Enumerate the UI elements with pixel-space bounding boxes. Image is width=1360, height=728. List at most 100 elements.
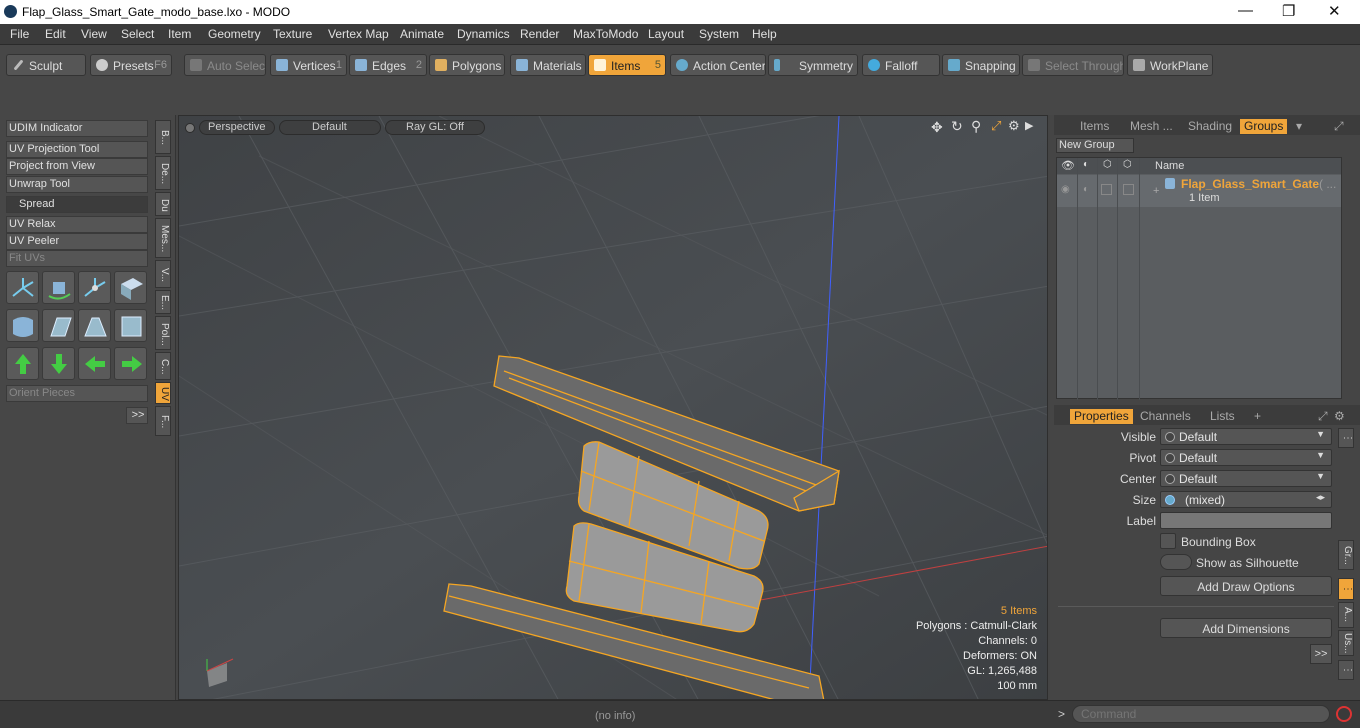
menu-texture[interactable]: Texture [273,27,312,41]
menu-help[interactable]: Help [752,27,777,41]
vtab-uv[interactable]: UV [155,382,171,404]
project-from-view-button[interactable]: Project from View [6,158,148,175]
uv-sphere-icon[interactable] [114,309,147,342]
snapping-button[interactable]: Snapping [942,54,1020,76]
menu-render[interactable]: Render [520,27,559,41]
arrow-up-icon[interactable] [6,347,39,380]
center-dropdown[interactable]: Default ▼ [1160,470,1332,487]
add-draw-options-button[interactable]: Add Draw Options [1160,576,1332,596]
properties-expand-icon[interactable]: ⤢ [1318,409,1328,424]
arrow-right-icon[interactable] [114,347,147,380]
vtab-duplicate[interactable]: Du [155,192,171,216]
tab-dropdown-icon[interactable]: ▾ [1296,119,1302,134]
visible-dropdown[interactable]: Default ▼ [1160,428,1332,445]
expand-icon[interactable]: + [1153,185,1159,197]
vtab-vertex[interactable]: V... [155,260,171,288]
vtab-polygon[interactable]: Pol... [155,316,171,350]
move-view-icon[interactable]: ✥ [931,119,943,136]
select-checkbox[interactable] [1123,184,1134,195]
menu-edit[interactable]: Edit [45,27,66,41]
uv-grid-icon[interactable] [42,309,75,342]
uv-peeler-button[interactable]: UV Peeler [6,233,148,250]
more-tools-button[interactable]: >> [126,407,148,424]
vtab-deform[interactable]: De... [155,156,171,190]
orient-pieces-button[interactable]: Orient Pieces [6,385,148,402]
workplane-button[interactable]: WorkPlane [1127,54,1213,76]
panel-expand-icon[interactable]: ⤢ [1334,119,1344,134]
menu-select[interactable]: Select [121,27,154,41]
menu-geometry[interactable]: Geometry [208,27,261,41]
properties-settings-icon[interactable]: ⚙ [1334,409,1345,424]
action-center-button[interactable]: Action Center [670,54,766,76]
render-toggle-icon[interactable]: ◐ [1083,184,1089,195]
minimize-button[interactable]: — [1238,2,1253,19]
add-dimensions-button[interactable]: Add Dimensions [1160,618,1332,638]
udim-indicator-button[interactable]: UDIM Indicator [6,120,148,137]
uv-trapezoid-icon[interactable] [78,309,111,342]
presets-button[interactable]: Presets F6 [90,54,172,76]
select-through-button[interactable]: Select Through [1022,54,1124,76]
visibility-toggle-icon[interactable]: ◉ [1061,184,1070,195]
vtab-curve[interactable]: C... [155,352,171,380]
vtab-edge[interactable]: E... [155,290,171,314]
materials-button[interactable]: Materials [510,54,586,76]
unwrap-tool-button[interactable]: Unwrap Tool [6,176,148,193]
pivot-dropdown[interactable]: Default ▼ [1160,449,1332,466]
uv-box-icon[interactable] [114,271,147,304]
viewport-expand-icon[interactable]: ▶ [1025,119,1033,132]
side-tab-active[interactable]: ⋮ [1338,578,1354,600]
auto-select-button[interactable]: Auto Select [184,54,266,76]
record-icon[interactable] [1336,706,1352,722]
menu-maxtomodo[interactable]: MaxToModo [573,27,638,41]
uv-rotate-icon[interactable] [42,271,75,304]
lock-checkbox[interactable] [1101,184,1112,195]
tab-mesh[interactable]: Mesh ... [1130,119,1173,134]
tab-properties[interactable]: Properties [1070,409,1133,424]
maximize-button[interactable]: ❐ [1282,2,1295,20]
group-row[interactable]: ◉ ◐ + Flap_Glass_Smart_Gate ( ... 1 Item [1057,175,1341,207]
select-column-icon[interactable]: ⬡ [1123,159,1132,170]
edges-button[interactable]: Edges 2 [349,54,427,76]
command-input[interactable] [1072,705,1330,723]
label-input[interactable] [1160,512,1332,529]
fit-view-icon[interactable]: ⤢ [991,118,1001,134]
3d-viewport[interactable]: Perspective Default Ray GL: Off ✥ ↻ ⚲ ⤢ … [178,115,1048,700]
vtab-basic[interactable]: B... [155,120,171,154]
shading-dropdown[interactable]: Default [279,120,381,135]
uv-transform-icon[interactable] [6,271,39,304]
tab-channels[interactable]: Channels [1140,409,1191,424]
menu-file[interactable]: File [10,27,29,41]
menu-animate[interactable]: Animate [400,27,444,41]
side-tab-user[interactable]: Us... [1338,630,1354,656]
side-tab-handle[interactable]: ⋮ [1338,428,1354,448]
close-button[interactable]: ✕ [1328,2,1341,20]
viewport-options-icon[interactable] [185,123,195,133]
tab-items[interactable]: Items [1080,119,1109,134]
render-column-icon[interactable]: ◐ [1083,159,1089,170]
menu-view[interactable]: View [81,27,107,41]
uv-cylinder-icon[interactable] [6,309,39,342]
polygons-button[interactable]: Polygons [429,54,505,76]
falloff-button[interactable]: Falloff [862,54,940,76]
vtab-fusion[interactable]: F... [155,406,171,436]
tab-shading[interactable]: Shading [1188,119,1232,134]
uv-scale-icon[interactable] [78,271,111,304]
items-button[interactable]: Items 5 [588,54,666,76]
new-group-button[interactable]: New Group [1056,138,1134,153]
uv-projection-tool-button[interactable]: UV Projection Tool [6,141,148,158]
menu-system[interactable]: System [699,27,739,41]
raygl-dropdown[interactable]: Ray GL: Off [385,120,485,135]
stepper-icon[interactable]: ◂▸ [1316,492,1325,503]
zoom-view-icon[interactable]: ⚲ [971,118,981,135]
add-tab-button[interactable]: + [1254,409,1261,424]
properties-more-button[interactable]: >> [1310,644,1332,664]
perspective-dropdown[interactable]: Perspective [199,120,275,135]
bounding-box-checkbox[interactable] [1160,533,1176,549]
tab-lists[interactable]: Lists [1210,409,1235,424]
spread-button[interactable]: Spread [6,196,148,213]
arrow-left-icon[interactable] [78,347,111,380]
side-tab-a[interactable]: A... [1338,602,1354,628]
side-tab-group[interactable]: Gr... [1338,540,1354,570]
menu-dynamics[interactable]: Dynamics [457,27,510,41]
symmetry-button[interactable]: Symmetry [768,54,858,76]
